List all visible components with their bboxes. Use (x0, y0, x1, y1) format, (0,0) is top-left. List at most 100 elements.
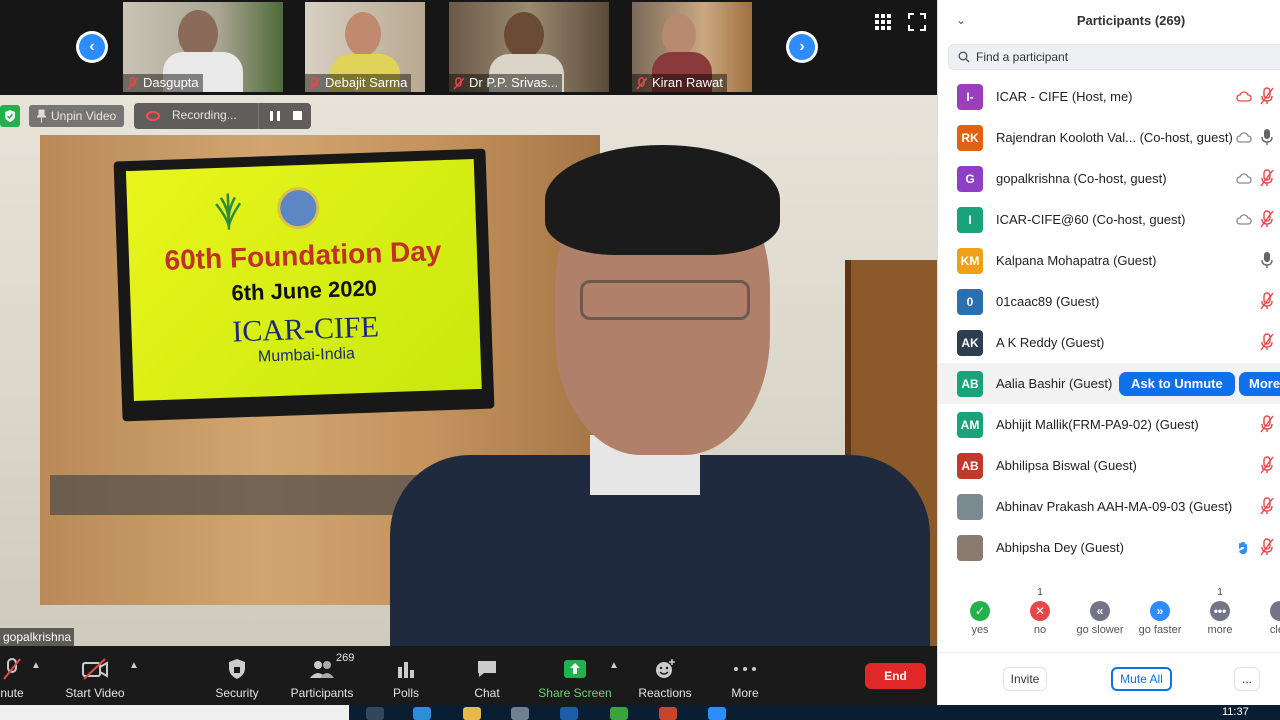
chat-button[interactable]: Chat (465, 656, 509, 701)
participant-row[interactable]: AB Aalia Bashir (Guest) Ask to Unmute More (938, 363, 1280, 404)
mute-all-button[interactable]: Mute All (1111, 667, 1172, 691)
mic-icon[interactable] (1260, 128, 1274, 146)
panel-header: ⌄ Participants (269) (938, 0, 1280, 42)
video-thumbnail[interactable]: Kiran Rawat (632, 2, 752, 92)
icar-logo (215, 193, 242, 230)
participant-name: Abhinav Prakash AAH-MA-09-03 (Guest) (996, 499, 1233, 514)
search-icon (958, 51, 970, 63)
prev-page-button[interactable]: ‹ (76, 31, 108, 63)
mic-muted-icon[interactable] (1260, 210, 1274, 228)
cloud-recording-icon (1236, 90, 1252, 102)
participant-name: Kalpana Mohapatra (Guest) (996, 253, 1157, 268)
participant-row[interactable]: I ICAR-CIFE@60 (Co-host, guest) (938, 199, 1280, 240)
video-thumbnail[interactable]: Dasgupta (123, 2, 283, 92)
feedback-label: yes (971, 624, 989, 636)
participant-name: Abhipsha Dey (Guest) (996, 540, 1124, 555)
mic-muted-icon[interactable] (1260, 456, 1274, 474)
feedback-go-faster-button[interactable]: » go faster (1130, 587, 1190, 636)
participant-name: Abhilipsa Biswal (Guest) (996, 458, 1137, 473)
participant-row[interactable]: AB Abhilipsa Biswal (Guest) (938, 445, 1280, 486)
participant-row[interactable]: RK Rajendran Kooloth Val... (Co-host, gue… (938, 117, 1280, 158)
share-options-caret-icon[interactable]: ▲ (609, 660, 619, 671)
mic-icon[interactable] (1260, 251, 1274, 269)
feedback-go-slower-button[interactable]: « go slower (1070, 587, 1130, 636)
store-icon[interactable] (511, 707, 529, 720)
share-screen-button[interactable]: Share Screen (538, 656, 612, 701)
meeting-toolbar: nute ▲ Start Video ▲ Security 269 Partic… (0, 646, 937, 705)
video-options-caret-icon[interactable]: ▲ (129, 660, 139, 671)
participant-name: Aalia Bashir (Guest) (996, 376, 1113, 391)
participant-name-label: Dasgupta (123, 74, 203, 92)
participant-name: Rajendran Kooloth Val... (Co-host, guest… (996, 130, 1233, 145)
avatar: KM (957, 248, 983, 274)
participant-row[interactable]: KM Kalpana Mohapatra (Guest) (938, 240, 1280, 281)
video-thumbnail[interactable]: Debajit Sarma (305, 2, 425, 92)
participant-row[interactable]: Ggopalkrishna (Co-host, guest) (938, 158, 1280, 199)
encryption-shield-icon[interactable] (0, 105, 20, 127)
ask-to-unmute-button[interactable]: Ask to Unmute (1119, 372, 1235, 396)
fullscreen-icon[interactable] (908, 13, 926, 31)
pin-icon (37, 109, 46, 123)
security-button[interactable]: Security (210, 656, 264, 701)
polls-button[interactable]: Polls (384, 656, 428, 701)
mic-muted-icon[interactable] (1260, 497, 1274, 515)
feedback-icon: ✓ (970, 601, 990, 621)
mic-muted-icon[interactable] (1260, 415, 1274, 433)
feedback-clea-button[interactable]: clea (1250, 587, 1280, 636)
mic-muted-icon[interactable] (1260, 292, 1274, 310)
zoom-window: ‹ Dasgupta Debajit Sarma Dr P.P. Srivas.… (0, 0, 1280, 720)
participants-button[interactable]: 269 Participants (286, 652, 358, 701)
participant-row[interactable]: I- ICAR - CIFE (Host, me) (938, 76, 1280, 117)
mic-muted-icon[interactable] (1260, 87, 1274, 105)
next-page-button[interactable]: › (786, 31, 818, 63)
mic-muted-icon[interactable] (1260, 169, 1274, 187)
participant-search[interactable] (948, 44, 1280, 70)
mic-muted-icon[interactable] (1260, 538, 1274, 556)
taskbar-search-box[interactable] (0, 705, 349, 720)
participant-list: I- ICAR - CIFE (Host, me) RK Rajendran Kool… (938, 76, 1280, 574)
more-button[interactable]: More (723, 656, 767, 701)
feedback-count (1250, 587, 1280, 599)
mic-muted-icon (3, 658, 21, 680)
start-video-button[interactable]: Start Video (62, 656, 128, 701)
participant-more-button[interactable]: More (1239, 372, 1280, 396)
participant-name-label: Debajit Sarma (305, 74, 412, 92)
feedback-label: no (1033, 624, 1047, 636)
participant-row[interactable]: Abhipsha Dey (Guest) (938, 527, 1280, 568)
stop-recording-button[interactable] (293, 111, 302, 120)
end-meeting-button[interactable]: End (865, 663, 926, 689)
avatar: RK (957, 125, 983, 151)
participant-row[interactable]: 0 01caac89 (Guest) (938, 281, 1280, 322)
avatar: I- (957, 84, 983, 110)
participant-row[interactable]: AM Abhijit Mallik(FRM-PA9-02) (Guest) (938, 404, 1280, 445)
app-icon[interactable] (560, 707, 578, 720)
invite-button[interactable]: Invite (1003, 667, 1047, 691)
audio-options-caret-icon[interactable]: ▲ (31, 660, 41, 671)
participant-row[interactable]: AK A K Reddy (Guest) (938, 322, 1280, 363)
edge-icon[interactable] (413, 707, 431, 720)
active-speaker-video: 60th Foundation Day 6th June 2020 ICAR-C… (0, 95, 937, 646)
share-screen-icon (564, 660, 586, 678)
avatar: AK (957, 330, 983, 356)
feedback-more-button[interactable]: 1 ••• more (1190, 587, 1250, 636)
polls-icon (398, 662, 414, 678)
unpin-video-button[interactable]: Unpin Video (29, 105, 125, 127)
video-thumbnail[interactable]: Dr P.P. Srivas... (449, 2, 609, 92)
file-explorer-icon[interactable] (463, 707, 481, 720)
participant-name: ICAR - CIFE (Host, me) (996, 89, 1133, 104)
more-options-button[interactable]: ... (1234, 667, 1260, 691)
feedback-yes-button[interactable]: ✓ yes (950, 587, 1010, 636)
powerpoint-icon[interactable] (659, 707, 677, 720)
reactions-button[interactable]: Reactions (636, 656, 694, 701)
participant-row[interactable]: Abhinav Prakash AAH-MA-09-03 (Guest) (938, 486, 1280, 527)
participant-search-input[interactable] (976, 45, 1276, 69)
mic-muted-icon[interactable] (1260, 333, 1274, 351)
feedback-label: go slower (1076, 624, 1124, 636)
gallery-view-icon[interactable] (874, 13, 892, 31)
feedback-no-button[interactable]: 1 ✕ no (1010, 587, 1070, 636)
zoom-icon[interactable] (708, 707, 726, 720)
app-icon[interactable] (610, 707, 628, 720)
task-view-icon[interactable] (366, 707, 384, 720)
pause-recording-button[interactable] (270, 111, 280, 121)
speaker-hair (545, 145, 780, 255)
